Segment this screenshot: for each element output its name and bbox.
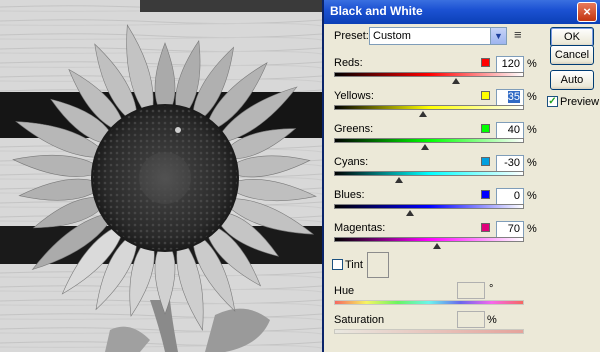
reds-unit: % <box>527 58 537 70</box>
cyans-label: Cyans: <box>334 156 369 168</box>
saturation-slider-track[interactable] <box>334 329 524 334</box>
greens-unit: % <box>527 124 537 136</box>
preview-label: Preview <box>560 96 600 108</box>
dialog-titlebar[interactable]: Black and White × <box>324 0 600 24</box>
blues-slider-track[interactable] <box>334 204 524 209</box>
magentas-label: Magentas: <box>334 222 386 234</box>
tint-color-swatch[interactable] <box>367 252 389 278</box>
blues-slider-thumb[interactable] <box>406 210 414 216</box>
cancel-button[interactable]: Cancel <box>550 45 594 65</box>
reds-slider-track[interactable] <box>334 72 524 77</box>
blues-value: 0 <box>513 190 520 202</box>
greens-label: Greens: <box>334 123 374 135</box>
greens-slider-thumb[interactable] <box>421 144 430 150</box>
chevron-down-icon[interactable]: ▼ <box>490 28 506 44</box>
yellows-value: 35 <box>507 91 520 103</box>
magentas-value: 70 <box>507 223 520 235</box>
yellows-slider-track[interactable] <box>334 105 524 110</box>
reds-color-swatch <box>481 58 490 67</box>
blues-color-swatch <box>481 190 490 199</box>
preset-options-menu-icon[interactable]: ≡ <box>514 28 522 41</box>
yellows-color-swatch <box>481 91 490 100</box>
cyans-slider-track[interactable] <box>334 171 524 176</box>
cyans-value-field[interactable]: -30 <box>496 155 524 172</box>
checkmark-icon: ✓ <box>548 96 557 107</box>
yellows-label: Yellows: <box>334 90 374 102</box>
magentas-slider-track[interactable] <box>334 237 524 242</box>
preset-dropdown[interactable]: Custom ▼ <box>369 27 507 45</box>
dialog-title: Black and White <box>330 4 423 18</box>
cyans-color-swatch <box>481 157 490 166</box>
saturation-field[interactable] <box>457 311 485 328</box>
close-icon: × <box>583 4 591 19</box>
cyans-slider-thumb[interactable] <box>394 177 403 183</box>
hue-label: Hue <box>334 285 355 297</box>
blues-value-field[interactable]: 0 <box>496 188 524 205</box>
yellows-unit: % <box>527 91 537 103</box>
cyans-unit: % <box>527 157 537 169</box>
cyans-value: -30 <box>504 157 520 169</box>
sunflower-image <box>0 0 322 352</box>
reds-slider-thumb[interactable] <box>451 78 460 84</box>
saturation-label: Saturation <box>334 314 385 326</box>
magentas-slider-thumb[interactable] <box>432 243 441 249</box>
auto-button[interactable]: Auto <box>550 70 594 90</box>
close-button[interactable]: × <box>577 2 597 22</box>
preset-value: Custom <box>373 30 411 42</box>
greens-value: 40 <box>507 124 520 136</box>
reds-label: Reds: <box>334 57 363 69</box>
hue-field[interactable] <box>457 282 485 299</box>
tint-checkbox[interactable] <box>332 259 343 270</box>
tint-label: Tint <box>345 259 363 271</box>
ok-button[interactable]: OK <box>550 27 594 47</box>
saturation-unit: % <box>487 314 497 326</box>
sunflower-photo <box>0 0 322 352</box>
magentas-value-field[interactable]: 70 <box>496 221 524 238</box>
reds-value: 120 <box>501 58 520 70</box>
greens-value-field[interactable]: 40 <box>496 122 524 139</box>
black-and-white-dialog: Black and White × Preset: Custom ▼ ≡ OK … <box>322 0 600 352</box>
preview-checkbox[interactable]: ✓ <box>547 96 558 107</box>
greens-slider-track[interactable] <box>334 138 524 143</box>
magentas-unit: % <box>527 223 537 235</box>
blues-label: Blues: <box>334 189 365 201</box>
blues-unit: % <box>527 190 537 202</box>
hue-unit: ° <box>489 283 494 295</box>
yellows-slider-thumb[interactable] <box>419 111 428 117</box>
greens-color-swatch <box>481 124 490 133</box>
magentas-color-swatch <box>481 223 490 232</box>
preset-label: Preset: <box>334 30 369 42</box>
yellows-value-field[interactable]: 35 <box>496 89 524 106</box>
hue-slider-track[interactable] <box>334 300 524 305</box>
reds-value-field[interactable]: 120 <box>496 56 524 73</box>
